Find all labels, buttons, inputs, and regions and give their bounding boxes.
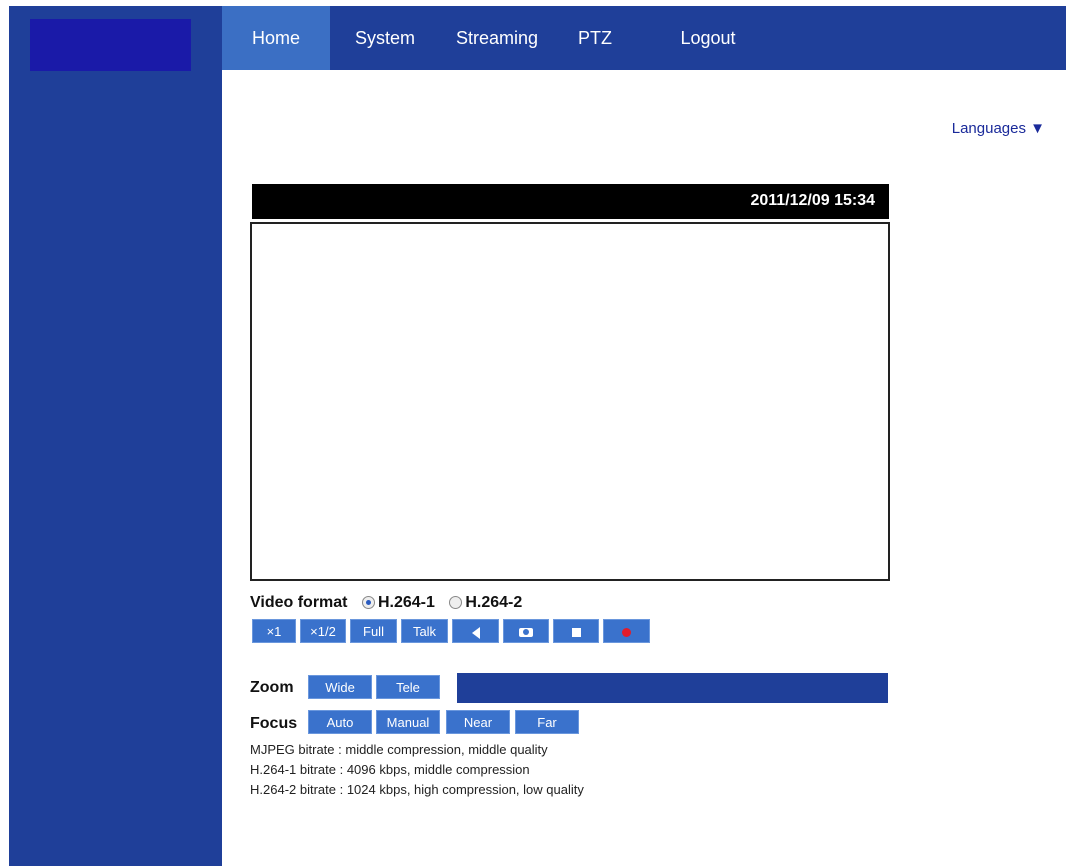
video-header: 2011/12/09 15:34 (252, 184, 889, 219)
snapshot-button[interactable] (503, 619, 549, 643)
stop-button[interactable] (553, 619, 599, 643)
video-format-row: Video format H.264-1 H.264-2 (250, 594, 522, 612)
zoom-tele-button[interactable]: Tele (376, 675, 440, 699)
sidebar (9, 6, 222, 866)
logo (30, 19, 191, 71)
nav-ptz[interactable]: PTZ (565, 6, 625, 70)
radio-h264-1[interactable] (361, 596, 375, 610)
record-icon (622, 628, 631, 638)
focus-label: Focus (250, 715, 298, 732)
focus-manual-button[interactable]: Manual (376, 710, 440, 734)
talk-button[interactable]: Talk (401, 619, 448, 643)
scale-x1-button[interactable]: ×1 (252, 619, 296, 643)
record-button[interactable] (603, 619, 650, 643)
scale-half-button[interactable]: ×1/2 (300, 619, 346, 643)
video-format-label: Video format (250, 594, 348, 611)
languages-dropdown[interactable]: Languages ▼ (952, 120, 1045, 137)
nav-system[interactable]: System (340, 6, 430, 70)
fullscreen-button[interactable]: Full (350, 619, 397, 643)
zoom-wide-button[interactable]: Wide (308, 675, 372, 699)
radio-h264-2-label[interactable]: H.264-2 (465, 594, 522, 611)
nav-streaming[interactable]: Streaming (442, 6, 552, 70)
focus-far-button[interactable]: Far (515, 710, 579, 734)
h264-1-bitrate-info: H.264-1 bitrate : 4096 kbps, middle comp… (250, 762, 530, 777)
top-nav: Home System Streaming PTZ Logout (222, 6, 1066, 70)
stop-icon (571, 628, 581, 638)
speaker-button[interactable] (452, 619, 499, 643)
radio-h264-1-label[interactable]: H.264-1 (378, 594, 435, 611)
zoom-label: Zoom (250, 679, 294, 696)
speaker-icon (471, 626, 480, 639)
zoom-slider[interactable] (457, 673, 888, 703)
video-viewport[interactable] (250, 222, 890, 581)
nav-home[interactable]: Home (222, 6, 330, 70)
h264-2-bitrate-info: H.264-2 bitrate : 1024 kbps, high compre… (250, 782, 584, 797)
mjpeg-bitrate-info: MJPEG bitrate : middle compression, midd… (250, 742, 548, 757)
camera-icon (519, 628, 533, 638)
app-frame: Home System Streaming PTZ Logout Languag… (9, 6, 1066, 866)
focus-near-button[interactable]: Near (446, 710, 510, 734)
focus-auto-button[interactable]: Auto (308, 710, 372, 734)
video-timestamp: 2011/12/09 15:34 (750, 192, 875, 209)
radio-h264-2[interactable] (449, 596, 463, 610)
nav-logout[interactable]: Logout (668, 6, 748, 70)
